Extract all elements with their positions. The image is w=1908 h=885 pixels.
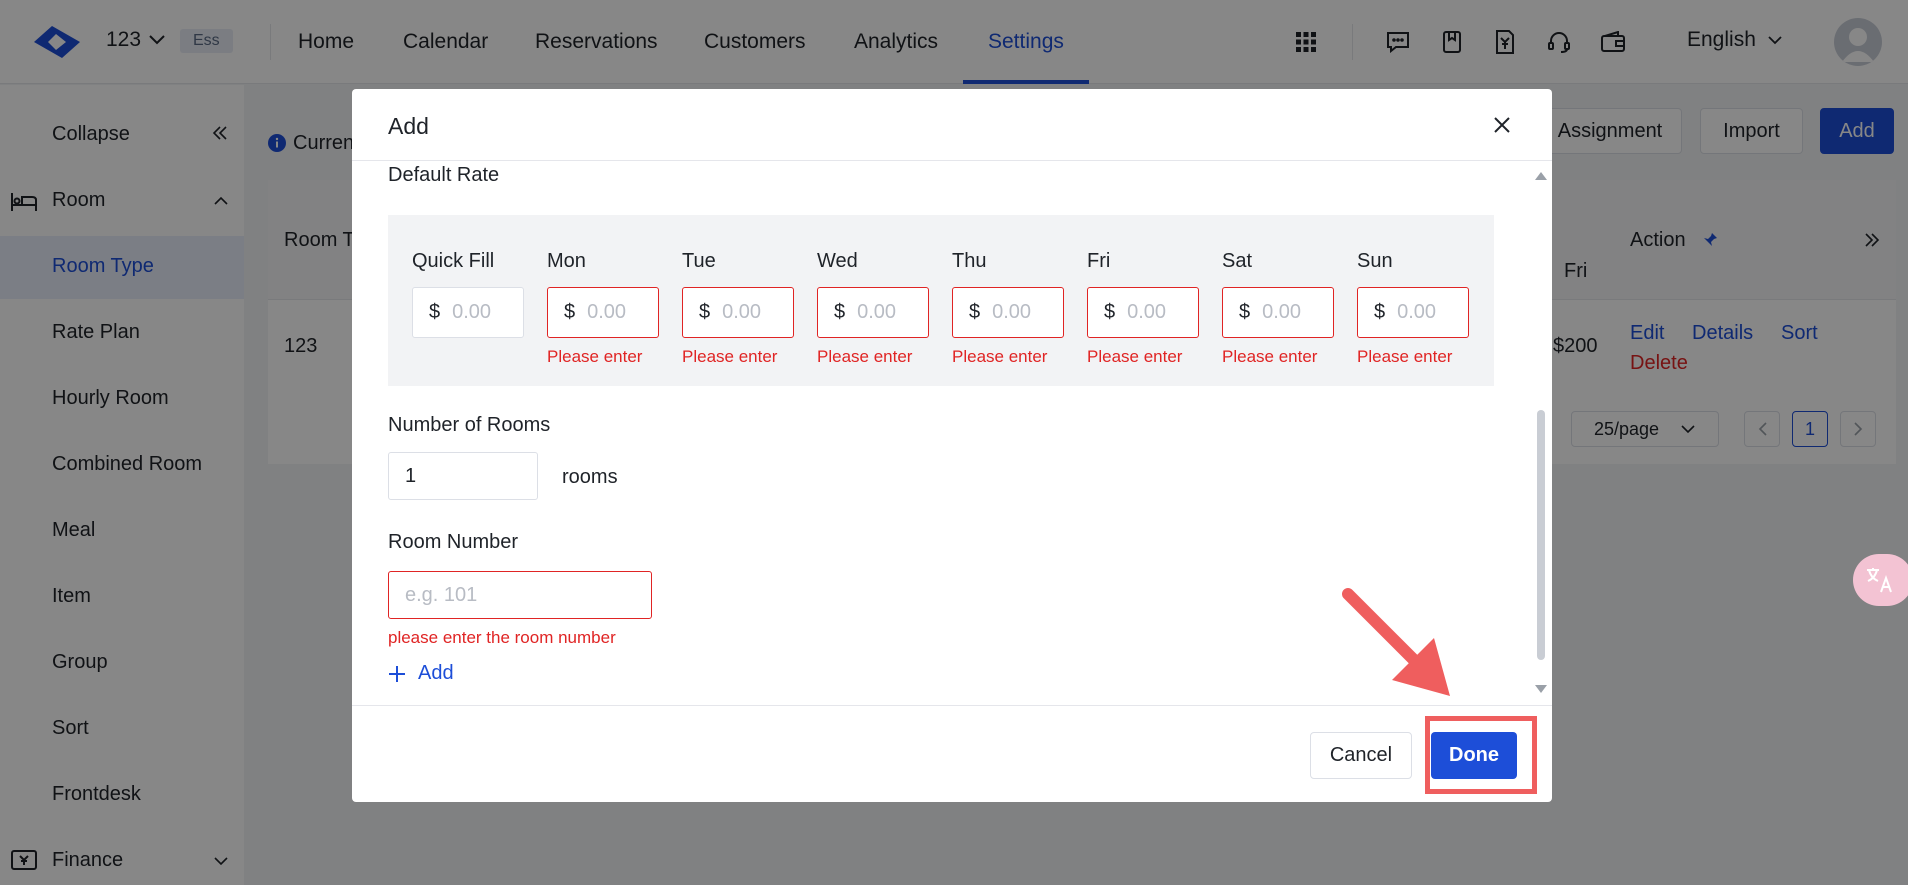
rate-day-label: Sun	[1357, 250, 1393, 272]
rate-day-label: Thu	[952, 250, 987, 272]
rate-day-label: Quick Fill	[412, 250, 495, 272]
rate-day-label: Tue	[682, 250, 716, 272]
room-number-input[interactable]: e.g. 101	[388, 571, 652, 619]
translate-icon	[1867, 568, 1892, 593]
close-icon[interactable]	[1488, 111, 1516, 139]
room-number-label: Room Number	[388, 531, 519, 553]
scrollbar-thumb[interactable]	[1537, 410, 1545, 660]
wed-rate-input[interactable]: $ 0.00	[817, 287, 929, 338]
quick-fill-input[interactable]: $ 0.00	[412, 287, 524, 338]
currency-symbol: $	[969, 301, 981, 323]
red-arrow-icon	[1342, 588, 1450, 696]
add-link-label: Add	[418, 662, 454, 684]
rate-error: Please enter	[817, 347, 913, 366]
thu-rate-input[interactable]: $ 0.00	[952, 287, 1064, 338]
dialog-title: Add	[388, 113, 429, 139]
rate-day-label: Sat	[1222, 250, 1253, 272]
currency-symbol: $	[1374, 301, 1386, 323]
rate-placeholder: 0.00	[857, 301, 897, 323]
sun-rate-input[interactable]: $ 0.00	[1357, 287, 1469, 338]
dialog-header: Add	[352, 89, 1552, 161]
rate-error: Please enter	[1087, 347, 1183, 366]
currency-symbol: $	[1239, 301, 1251, 323]
rate-placeholder: 0.00	[1262, 301, 1302, 323]
scroll-down-icon[interactable]	[1535, 685, 1547, 693]
currency-symbol: $	[429, 301, 441, 323]
default-rate-panel: Quick Fill $ 0.00 Mon $ 0.00 Please ente…	[388, 215, 1494, 386]
rate-placeholder: 0.00	[452, 301, 492, 323]
rate-placeholder: 0.00	[1127, 301, 1167, 323]
sat-rate-input[interactable]: $ 0.00	[1222, 287, 1334, 338]
room-number-error: please enter the room number	[388, 628, 616, 647]
rooms-count-label: Number of Rooms	[388, 414, 551, 436]
rate-placeholder: 0.00	[722, 301, 762, 323]
tue-rate-input[interactable]: $ 0.00	[682, 287, 794, 338]
rate-placeholder: 0.00	[1397, 301, 1437, 323]
plus-icon	[389, 665, 405, 682]
rate-day-label: Wed	[817, 250, 858, 272]
rate-placeholder: 0.00	[587, 301, 627, 323]
default-rate-label: Default Rate	[388, 164, 500, 186]
rate-placeholder: 0.00	[992, 301, 1032, 323]
rate-day-label: Mon	[547, 250, 586, 272]
room-number-placeholder: e.g. 101	[405, 583, 478, 606]
cancel-button[interactable]: Cancel	[1310, 732, 1412, 779]
rate-error: Please enter	[952, 347, 1048, 366]
translate-float-button[interactable]	[1853, 554, 1908, 606]
currency-symbol: $	[834, 301, 846, 323]
currency-symbol: $	[699, 301, 711, 323]
fri-rate-input[interactable]: $ 0.00	[1087, 287, 1199, 338]
rooms-count-value: 1	[405, 464, 417, 487]
rate-error: Please enter	[1357, 347, 1453, 366]
rate-error: Please enter	[547, 347, 643, 366]
rate-error: Please enter	[1222, 347, 1318, 366]
currency-symbol: $	[564, 301, 576, 323]
add-room-number-link[interactable]: Add	[388, 662, 454, 685]
rate-day-label: Fri	[1087, 250, 1111, 272]
rate-error: Please enter	[682, 347, 778, 366]
rooms-count-input[interactable]: 1	[388, 452, 538, 500]
mon-rate-input[interactable]: $ 0.00	[547, 287, 659, 338]
scroll-up-icon[interactable]	[1535, 172, 1547, 180]
highlight-box	[1425, 716, 1537, 794]
rooms-unit-label: rooms	[562, 466, 618, 488]
currency-symbol: $	[1104, 301, 1116, 323]
